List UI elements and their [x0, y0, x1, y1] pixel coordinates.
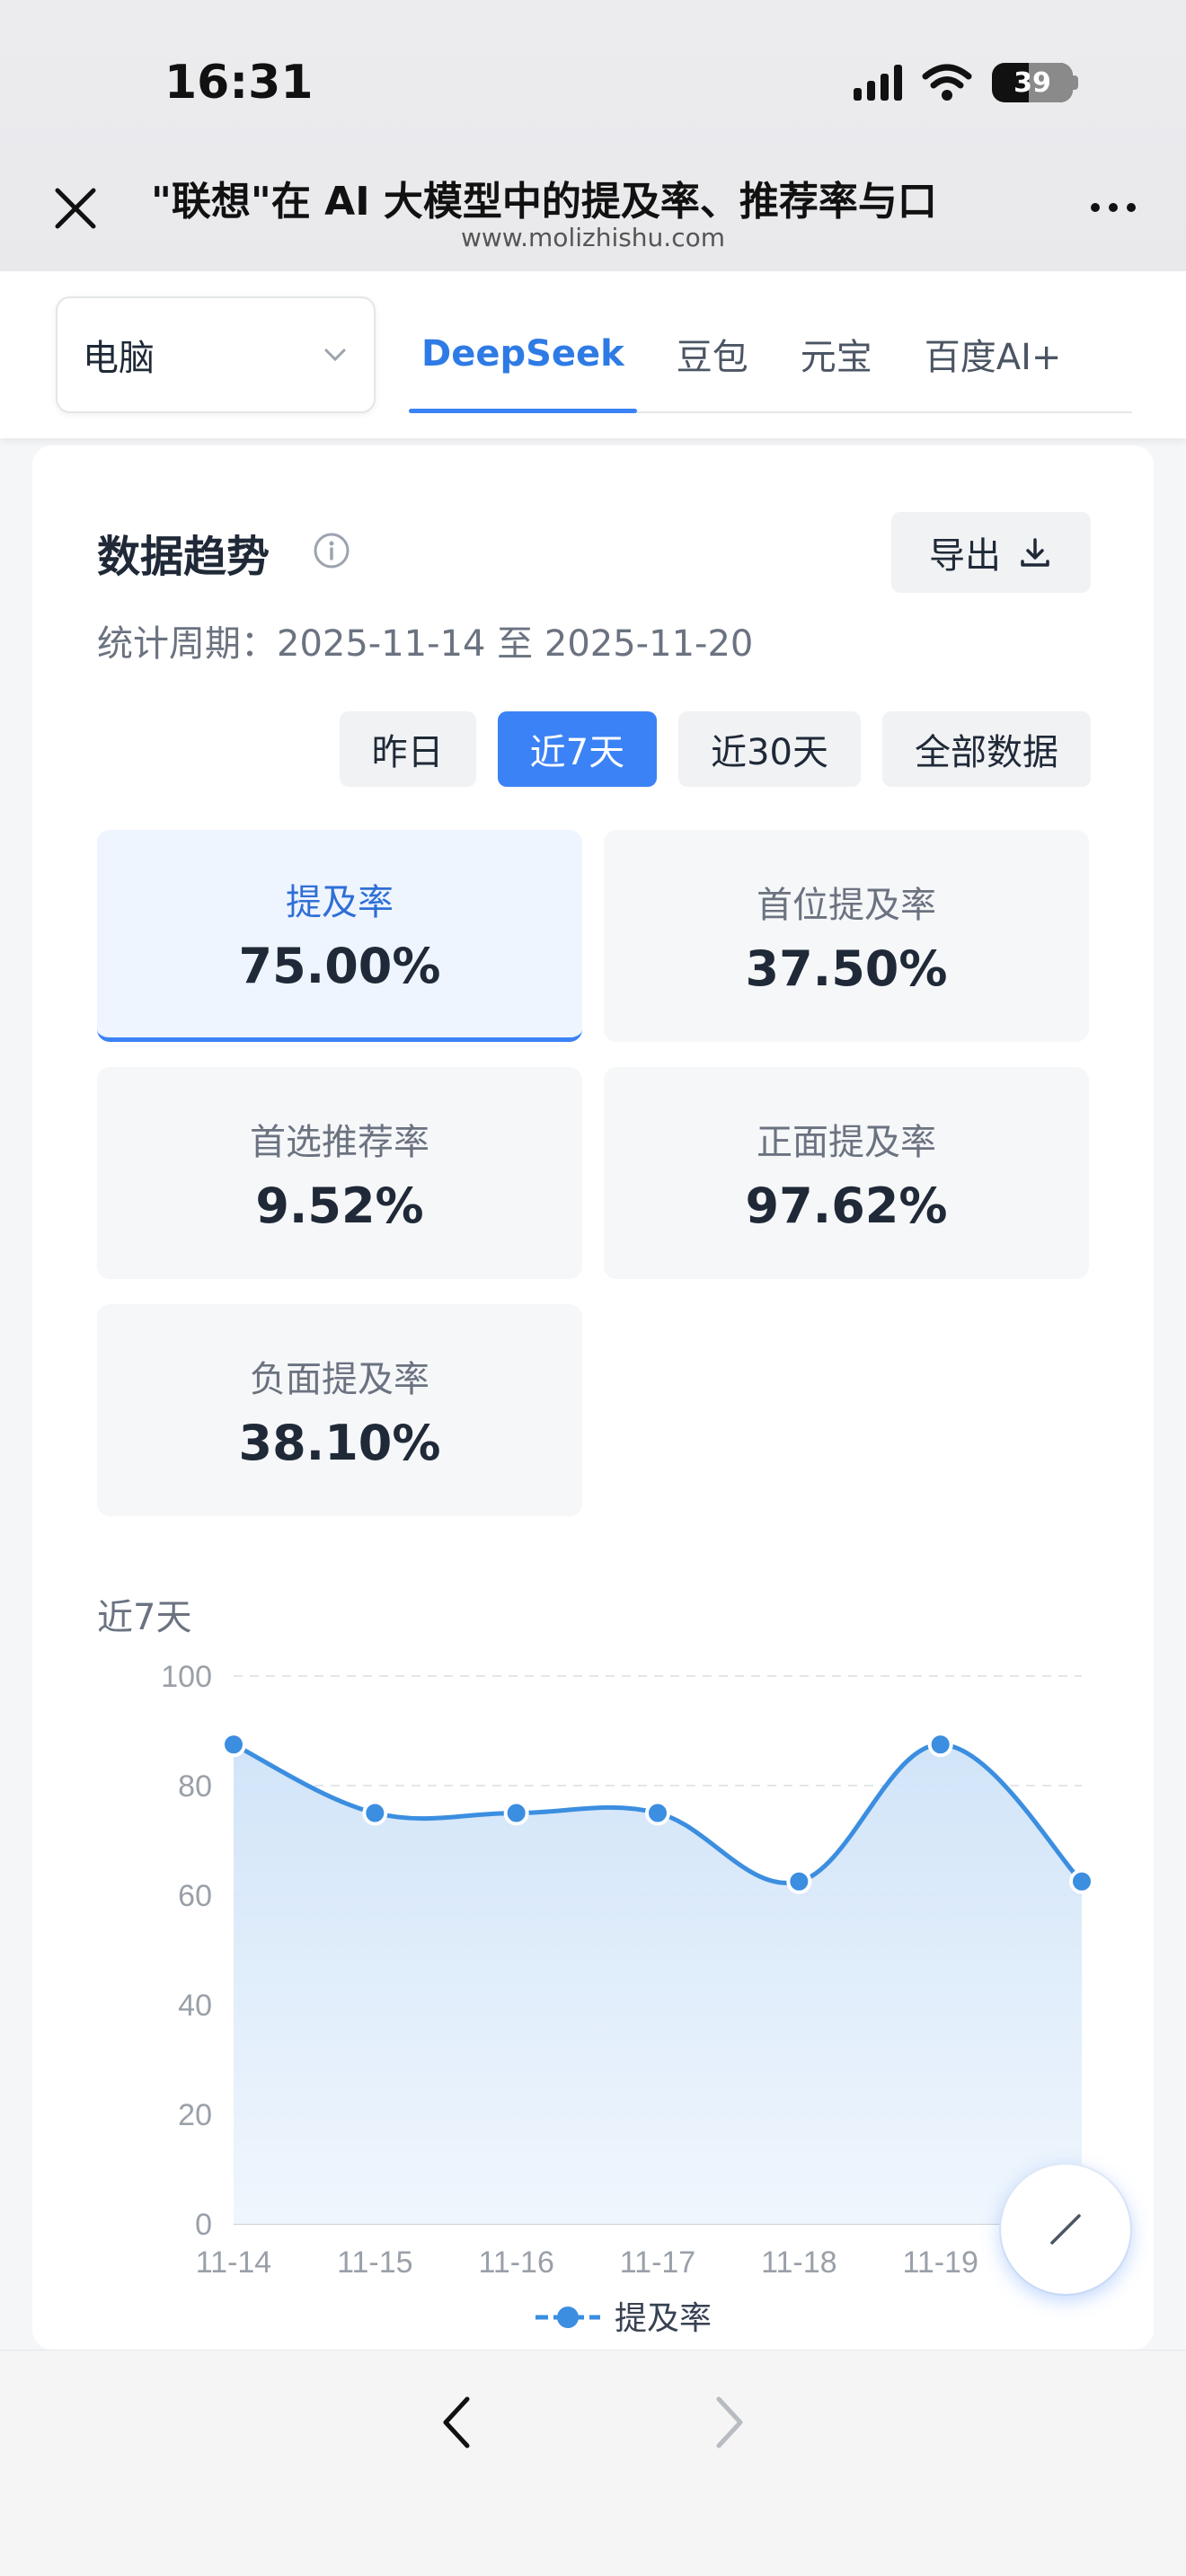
y-tick-label: 80 [178, 1769, 212, 1804]
info-icon[interactable] [313, 532, 350, 569]
category-select[interactable]: 电脑 [56, 296, 376, 413]
data-point [503, 1800, 529, 1826]
data-point [786, 1868, 812, 1894]
page-url: www.molizhishu.com [461, 223, 725, 252]
metric-first-mention-rate[interactable]: 首位提及率 37.50% [604, 830, 1089, 1042]
y-tick-label: 40 [178, 1989, 212, 2023]
download-icon [1021, 538, 1049, 567]
trend-chart: 0 20 40 60 80 100 11-14 11-15 11-16 11-17 11-18 11-… [161, 1660, 1094, 2336]
forward-arrow-icon[interactable] [701, 2386, 755, 2458]
browser-bottom-bar [0, 2350, 1186, 2576]
range-all-button[interactable]: 全部数据 [882, 711, 1091, 787]
cellular-signal-icon [854, 65, 902, 101]
x-tick-label: 11-16 [478, 2245, 553, 2280]
data-point [927, 1732, 953, 1758]
back-arrow-icon[interactable] [431, 2386, 485, 2458]
tab-baidu-ai[interactable]: 百度AI+ [912, 296, 1075, 411]
data-point [645, 1800, 670, 1826]
x-tick-label: 11-19 [902, 2245, 978, 2280]
pencil-icon [1050, 2214, 1081, 2245]
range-7days-button[interactable]: 近7天 [497, 711, 658, 787]
legend-marker [557, 2307, 579, 2328]
data-point [1069, 1868, 1094, 1894]
x-tick-label: 11-15 [337, 2245, 412, 2280]
metric-top-recommend-rate[interactable]: 首选推荐率 9.52% [97, 1067, 582, 1279]
export-label: 导出 [929, 535, 1001, 577]
tab-yuanbao[interactable]: 元宝 [788, 296, 885, 411]
data-trend-card: 数据趋势 导出 统计周期：2025-11-14 至 2025-11-20 昨日 … [32, 446, 1154, 2350]
export-button[interactable]: 导出 [891, 512, 1091, 593]
chevron-down-icon [324, 348, 346, 362]
battery-icon: 39 [992, 63, 1073, 102]
more-options-icon[interactable] [1091, 203, 1136, 212]
data-point [221, 1732, 246, 1758]
tab-deepseek[interactable]: DeepSeek [409, 296, 637, 413]
page-title: "联想"在 AI 大模型中的提及率、推荐率与口 [151, 179, 937, 225]
range-yesterday-button[interactable]: 昨日 [339, 711, 476, 787]
range-30days-button[interactable]: 近30天 [678, 711, 861, 787]
metric-positive-mention-rate[interactable]: 正面提及率 97.62% [604, 1067, 1089, 1279]
status-icons: 39 [854, 63, 1078, 102]
filter-bar: 电脑 DeepSeek 豆包 元宝 百度AI+ [0, 271, 1186, 438]
range-selector: 昨日 近7天 近30天 全部数据 [339, 711, 1091, 787]
tab-doubao[interactable]: 豆包 [664, 296, 761, 411]
y-tick-label: 20 [178, 2098, 212, 2132]
status-time: 16:31 [164, 56, 314, 110]
stat-period-range: 2025-11-14 至 2025-11-20 [277, 623, 754, 665]
metric-negative-mention-rate[interactable]: 负面提及率 38.10% [97, 1304, 582, 1516]
category-select-value: 电脑 [83, 338, 155, 379]
wifi-icon [922, 64, 972, 101]
y-tick-label: 0 [195, 2208, 212, 2242]
y-tick-label: 60 [178, 1879, 212, 1913]
metric-mention-rate[interactable]: 提及率 75.00% [97, 830, 582, 1042]
legend-label: 提及率 [615, 2299, 712, 2336]
model-tabs: DeepSeek 豆包 元宝 百度AI+ [409, 296, 1132, 413]
edit-floating-button[interactable] [1001, 2165, 1130, 2294]
data-point [362, 1800, 388, 1826]
card-title: 数据趋势 [97, 532, 270, 582]
x-tick-label: 11-18 [761, 2245, 836, 2280]
x-tick-label: 11-17 [620, 2245, 695, 2280]
y-tick-label: 100 [161, 1660, 212, 1694]
browser-header: 16:31 39 "联想"在 AI 大模型中的提及率、推荐率与口 www.mol… [0, 0, 1186, 271]
x-tick-label: 11-14 [196, 2245, 271, 2280]
stat-period: 统计周期：2025-11-14 至 2025-11-20 [97, 623, 754, 665]
